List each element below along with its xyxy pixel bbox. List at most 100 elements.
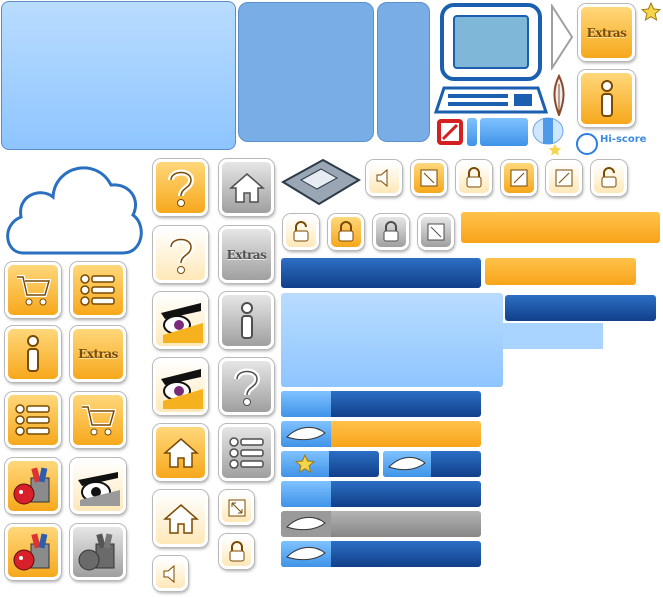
help-button-grey[interactable] bbox=[219, 358, 274, 415]
info-icon bbox=[600, 79, 613, 117]
extras-button-top[interactable]: Extras bbox=[578, 4, 635, 61]
blue-toggle-mid[interactable] bbox=[480, 118, 528, 146]
feather-bar-grey[interactable] bbox=[281, 511, 481, 537]
feather-bar-blue[interactable] bbox=[281, 541, 481, 567]
home-button-grey[interactable] bbox=[219, 159, 274, 216]
list-icon bbox=[80, 274, 115, 306]
light-blue-strip bbox=[503, 323, 603, 349]
angry-eye-button[interactable] bbox=[153, 358, 208, 415]
extras-button-grey[interactable]: Extras bbox=[219, 226, 274, 283]
home-button[interactable] bbox=[153, 424, 208, 481]
trash-bird-icon bbox=[13, 467, 50, 505]
home-icon bbox=[162, 437, 199, 468]
resize-button[interactable] bbox=[501, 160, 537, 196]
list-icon bbox=[15, 404, 50, 436]
blue-list-bar[interactable] bbox=[281, 481, 481, 507]
home-button-light[interactable] bbox=[153, 490, 208, 547]
help-button-light[interactable] bbox=[153, 226, 208, 283]
sound-button[interactable] bbox=[153, 556, 188, 591]
sound-icon bbox=[376, 168, 388, 188]
lock-button-grey[interactable] bbox=[373, 214, 409, 250]
angry-eye-icon bbox=[160, 368, 203, 409]
floppy-disk-icon bbox=[281, 156, 361, 208]
star-icon bbox=[294, 453, 316, 474]
info-button[interactable] bbox=[5, 326, 61, 382]
angry-eye-icon bbox=[160, 302, 203, 343]
feather-icon bbox=[286, 427, 326, 441]
feather-bar-blue[interactable] bbox=[383, 451, 481, 477]
lock-button[interactable] bbox=[456, 160, 492, 196]
resize-button[interactable] bbox=[546, 160, 582, 196]
resize-icon bbox=[420, 169, 438, 187]
cloud-icon bbox=[1, 155, 147, 257]
orange-bar bbox=[461, 212, 660, 243]
resize-button-grey[interactable] bbox=[418, 214, 454, 250]
trash-bird-button-disabled[interactable] bbox=[70, 524, 126, 580]
list-button[interactable] bbox=[70, 262, 126, 318]
blue-panel-narrow bbox=[377, 2, 430, 142]
resize-icon bbox=[427, 223, 445, 241]
trash-bird-icon bbox=[13, 533, 50, 571]
blue-toggle-left[interactable] bbox=[467, 118, 477, 146]
extras-label: Extras bbox=[586, 25, 627, 40]
blue-list-bar[interactable] bbox=[281, 391, 481, 417]
angry-eye-button[interactable] bbox=[70, 458, 126, 514]
orange-bar bbox=[485, 258, 636, 285]
home-icon bbox=[162, 503, 199, 534]
trash-bird-button[interactable] bbox=[5, 524, 61, 580]
hiscore-ring-icon bbox=[576, 133, 598, 155]
star-icon bbox=[548, 142, 562, 156]
info-button-grey[interactable] bbox=[219, 292, 274, 349]
help-button[interactable] bbox=[153, 159, 208, 216]
light-blue-panel bbox=[281, 293, 503, 387]
sound-button[interactable] bbox=[366, 160, 402, 196]
computer-icon bbox=[433, 2, 549, 116]
lock-icon bbox=[338, 221, 354, 242]
shop-cart-button[interactable] bbox=[5, 262, 61, 318]
help-icon bbox=[233, 368, 260, 406]
unlock-button[interactable] bbox=[283, 214, 319, 250]
angry-eye-icon bbox=[78, 472, 120, 506]
lock-icon bbox=[466, 167, 482, 188]
feather-icon bbox=[286, 547, 326, 561]
feather-bar-orange[interactable] bbox=[281, 421, 481, 447]
dark-blue-bar bbox=[505, 295, 656, 321]
extras-label: Extras bbox=[226, 247, 267, 262]
unlock-button[interactable] bbox=[591, 160, 627, 196]
star-icon bbox=[640, 1, 662, 22]
arrow-icon[interactable] bbox=[550, 2, 574, 72]
resize-icon bbox=[510, 169, 528, 187]
trash-bird-button[interactable] bbox=[5, 458, 61, 514]
shop-cart-icon bbox=[17, 275, 51, 306]
bar-cap bbox=[281, 421, 331, 447]
info-icon bbox=[240, 301, 253, 339]
lock-button[interactable] bbox=[328, 214, 364, 250]
sound-icon bbox=[163, 564, 174, 583]
info-button-top[interactable] bbox=[578, 70, 635, 127]
extras-button[interactable]: Extras bbox=[70, 326, 126, 382]
lock-button[interactable] bbox=[219, 534, 254, 569]
unlock-icon bbox=[601, 167, 617, 188]
bar-cap bbox=[383, 451, 431, 477]
resize-button[interactable] bbox=[219, 490, 254, 525]
list-button[interactable] bbox=[5, 392, 61, 448]
lock-icon bbox=[383, 221, 399, 242]
bar-cap bbox=[281, 391, 331, 417]
no-entry-icon bbox=[436, 118, 464, 146]
resize-button[interactable] bbox=[411, 160, 447, 196]
home-icon bbox=[228, 172, 265, 203]
shop-cart-button[interactable] bbox=[70, 392, 126, 448]
star-bar[interactable] bbox=[281, 451, 379, 477]
dark-blue-bar bbox=[281, 258, 481, 288]
light-blue-panel bbox=[1, 1, 236, 150]
help-icon bbox=[167, 169, 194, 207]
feather-icon bbox=[388, 457, 426, 471]
resize-icon bbox=[228, 499, 245, 516]
extras-label: Extras bbox=[78, 347, 118, 361]
angry-eye-button[interactable] bbox=[153, 292, 208, 349]
trash-bird-icon bbox=[78, 533, 115, 571]
blue-panel-medium bbox=[238, 2, 374, 142]
list-icon bbox=[228, 436, 264, 469]
list-button-grey[interactable] bbox=[219, 424, 274, 481]
bar-cap bbox=[281, 511, 331, 537]
